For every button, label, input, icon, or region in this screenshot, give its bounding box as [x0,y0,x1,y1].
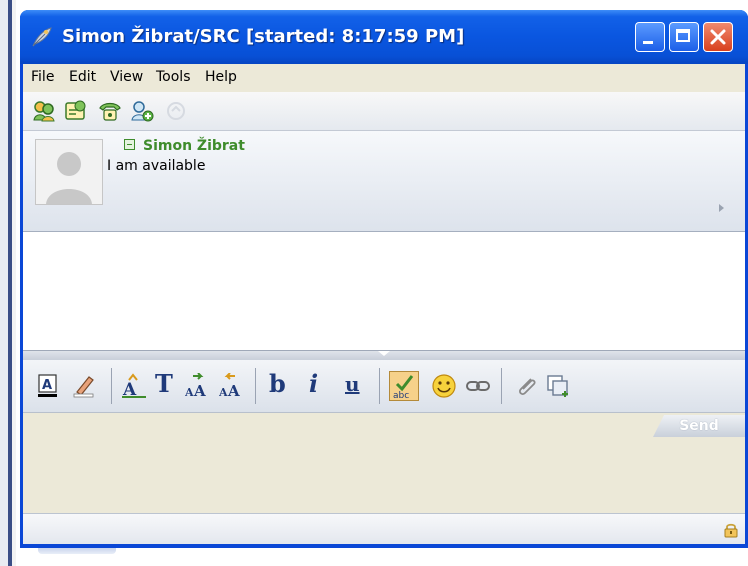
disabled-transfer-icon [167,102,185,120]
toolbar-separator [111,368,112,404]
close-icon [710,29,726,45]
contact-name: Simon Žibrat [143,138,245,154]
add-buddy-icon[interactable] [129,98,155,124]
background-window-bottom [16,548,748,566]
pidgin-feather-icon [32,27,52,47]
phone-icon[interactable] [97,98,123,124]
background-window-edge [0,0,16,566]
toolbar-separator [501,368,502,404]
maximize-button[interactable] [669,22,699,52]
conversation-window: Simon Žibrat/SRC [started: 8:17:59 PM] F… [20,10,748,548]
toolbar-separator [379,368,380,404]
buddies-icon[interactable] [31,98,57,124]
text-color-icon[interactable]: A [35,373,61,399]
send-button[interactable]: Send [653,415,745,437]
insert-image-icon[interactable] [545,373,571,399]
menu-file[interactable]: File [31,69,54,85]
formatting-toolbar: A A T A A A A b i u abc [23,360,745,413]
status-bar [23,513,745,544]
contact-header: Simon Žibrat I am available [23,131,745,232]
svg-text:A: A [185,386,194,399]
message-input[interactable]: Send [23,413,745,513]
link-icon[interactable] [465,373,491,399]
window-title: Simon Žibrat/SRC [started: 8:17:59 PM] [62,26,465,47]
window-bottom-border [20,544,748,548]
italic-icon[interactable]: i [309,370,318,398]
menu-edit[interactable]: Edit [69,69,96,85]
menu-bar: File Edit View Tools Help [23,64,745,92]
spellcheck-icon[interactable]: abc [389,371,419,401]
svg-text:abc: abc [393,391,409,401]
title-bar[interactable]: Simon Žibrat/SRC [started: 8:17:59 PM] [20,10,748,64]
default-avatar-icon [46,152,92,204]
contact-collapse-icon[interactable] [124,139,135,150]
svg-text:A: A [193,382,206,399]
expand-arrow-icon[interactable] [719,204,724,212]
highlight-pen-icon[interactable] [71,373,97,399]
background-tabs [38,548,116,554]
lock-icon[interactable] [723,522,739,538]
contact-status-message: I am available [107,158,206,174]
shrink-font-icon[interactable]: A A [219,373,245,399]
minimize-button[interactable] [635,22,665,52]
conversation-toolbar [23,92,745,131]
toolbar-separator [255,368,256,404]
bold-icon[interactable]: b [269,370,286,398]
text-size-icon[interactable]: T [155,370,173,398]
close-button[interactable] [703,22,733,52]
menu-tools[interactable]: Tools [156,69,191,85]
avatar [35,139,103,205]
underline-icon[interactable]: u [345,370,360,398]
menu-view[interactable]: View [110,69,143,85]
svg-text:A: A [227,382,240,399]
attachment-icon[interactable] [513,373,539,399]
svg-text:A: A [42,378,52,393]
font-icon[interactable]: A [121,373,147,399]
menu-help[interactable]: Help [205,69,237,85]
message-history[interactable] [23,232,745,350]
grow-font-icon[interactable]: A A [185,373,211,399]
conversation-info-icon[interactable] [63,98,89,124]
smiley-icon[interactable] [431,373,457,399]
window-client-area: File Edit View Tools Help Simon Žibrat I… [23,64,745,544]
svg-text:A: A [219,386,228,399]
